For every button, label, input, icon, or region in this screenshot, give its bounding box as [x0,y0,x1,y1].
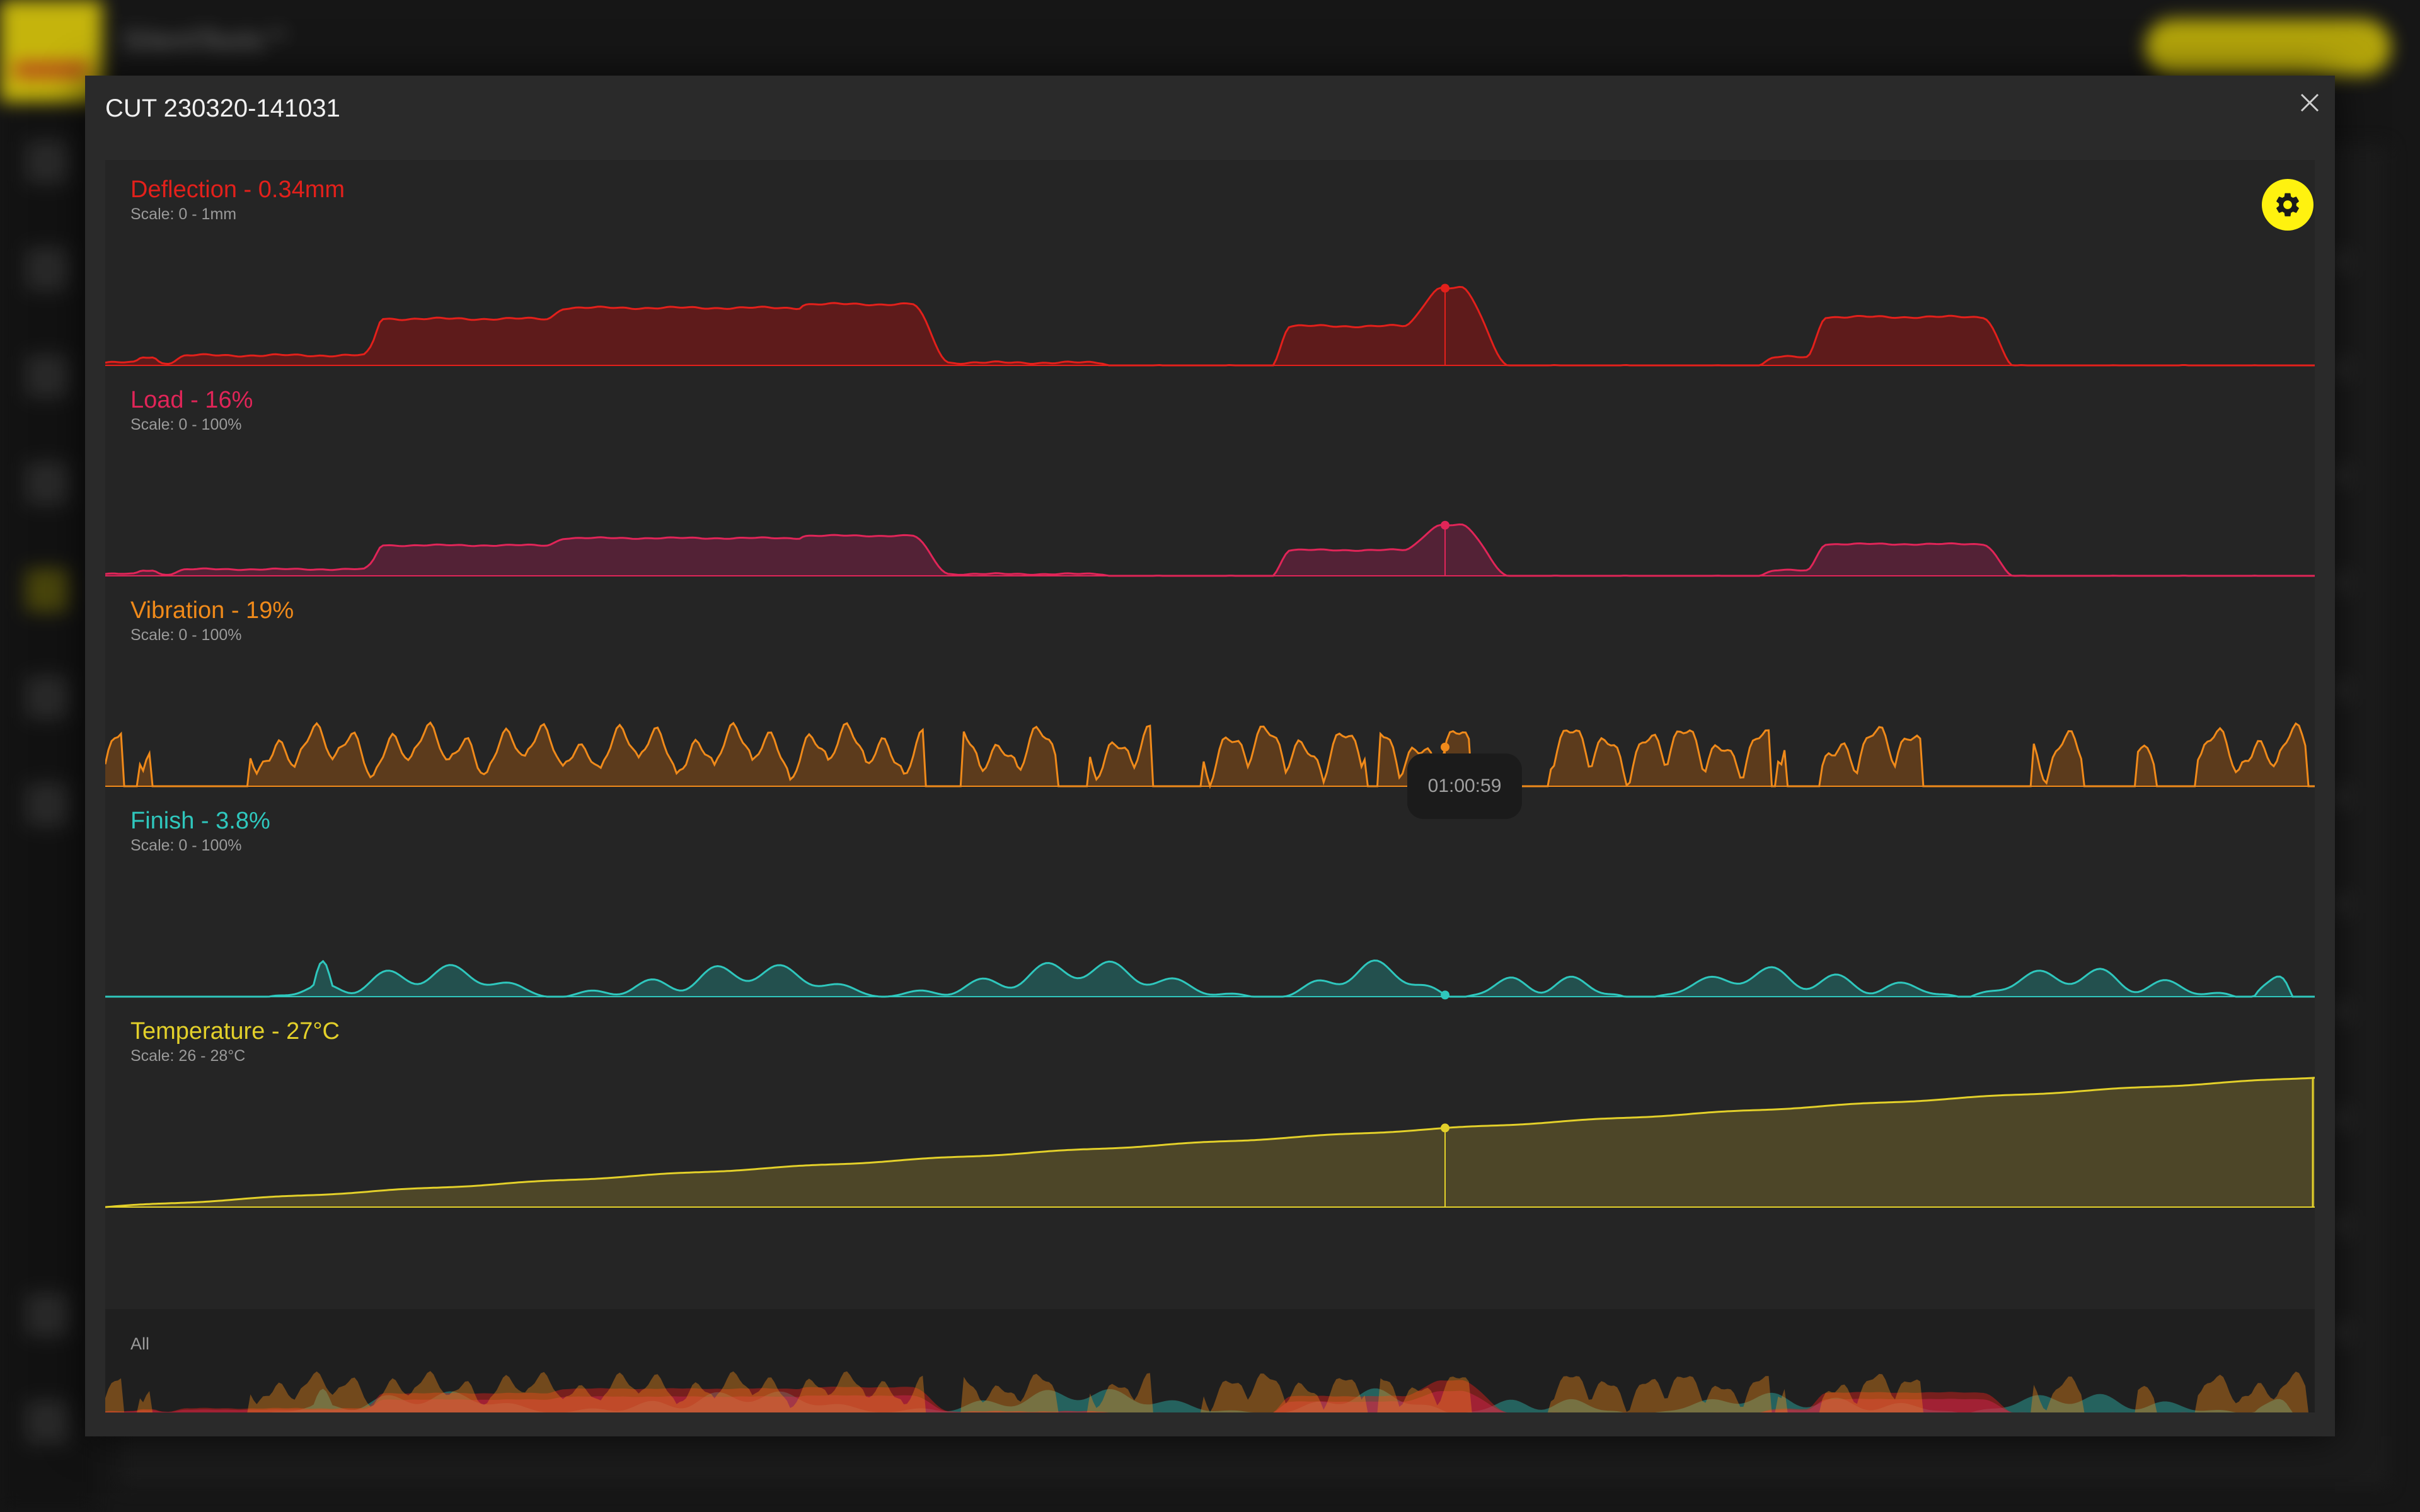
finish-panel: Finish - 3.8% Scale: 0 - 100% [105,791,2315,1002]
load-scale: Scale: 0 - 100% [130,416,242,433]
modal-header: CUT 230320-141031 [85,76,2335,164]
load-cursor-dot [1441,520,1449,530]
finish-cursor-dot [1441,990,1449,1000]
sidebar-item-icon [25,247,69,291]
deflection-chart[interactable] [105,160,2315,370]
temperature-panel: Temperature - 27°C Scale: 26 - 28°C [105,1002,2315,1212]
deflection-panel: Deflection - 0.34mm Scale: 0 - 1mm [105,160,2315,370]
sidebar-item-icon [25,675,69,719]
load-panel: Load - 16% Scale: 0 - 100% [105,370,2315,581]
sidebar-item-icon [25,140,69,184]
time-tooltip: 01:00:59 [1407,753,1522,819]
temperature-chart[interactable] [105,1002,2315,1212]
temperature-cursor-dot [1441,1123,1449,1133]
finish-scale: Scale: 0 - 100% [130,837,242,854]
close-icon [2300,93,2319,112]
sidebar-item-icon [25,354,69,398]
close-button[interactable] [2294,87,2325,118]
sidebar-item-icon [25,1400,69,1444]
load-chart[interactable] [105,370,2315,581]
vibration-area [105,723,2315,786]
all-overview-chart[interactable] [105,1309,2315,1412]
all-overview-panel: All [105,1309,2315,1412]
load-title: Load - 16% [130,387,253,413]
vibration-chart[interactable] [105,581,2315,791]
app-brand: SilentTools™ [124,25,291,56]
deflection-area [105,287,2315,365]
sidebar-item-icon [25,782,69,827]
deflection-scale: Scale: 0 - 1mm [130,205,237,223]
sidebar-item-icon [25,461,69,505]
deflection-cursor-dot [1441,284,1449,293]
finish-chart[interactable] [105,791,2315,1002]
gear-icon [2276,193,2299,217]
chart-settings-button[interactable] [2262,179,2313,231]
temperature-title: Temperature - 27°C [130,1018,340,1045]
temperature-scale: Scale: 26 - 28°C [130,1047,246,1065]
modal-title: CUT 230320-141031 [105,94,340,122]
deflection-title: Deflection - 0.34mm [130,176,345,203]
vibration-panel: Vibration - 19% Scale: 0 - 100% [105,581,2315,791]
finish-title: Finish - 3.8% [130,808,270,834]
sidebar-item-icon [25,1293,69,1337]
cut-detail-modal: CUT 230320-141031 Deflection - 0.34mm Sc… [85,76,2335,1436]
sidebar [0,102,95,1512]
all-label: All [130,1334,150,1353]
vibration-scale: Scale: 0 - 100% [130,626,242,644]
sidebar-item-icon [25,568,69,612]
load-area [105,524,2315,576]
vibration-cursor-dot [1441,742,1449,752]
header-pill-button [2145,19,2391,76]
vibration-title: Vibration - 19% [130,597,294,624]
charts-area: Deflection - 0.34mm Scale: 0 - 1mm Load … [105,160,2315,1412]
